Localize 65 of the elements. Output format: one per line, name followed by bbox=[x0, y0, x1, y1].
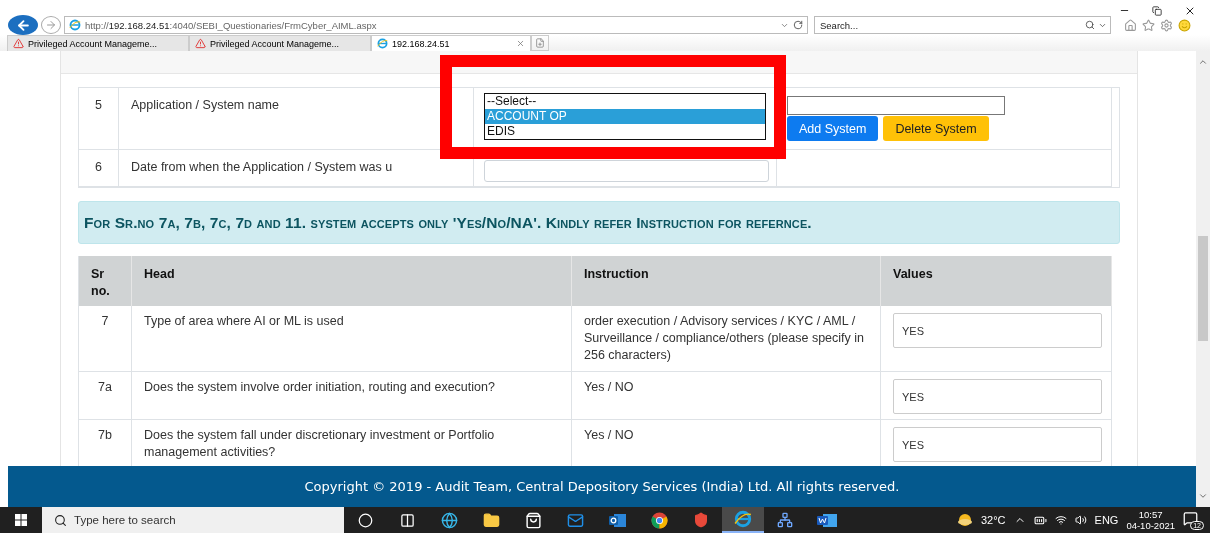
globe-e-icon bbox=[377, 38, 388, 50]
search-icon[interactable] bbox=[54, 513, 67, 527]
temperature-text: 32°C bbox=[980, 514, 1006, 526]
chrome-icon[interactable] bbox=[650, 511, 668, 529]
column-header: Values bbox=[881, 256, 1112, 306]
value-field[interactable]: YES bbox=[893, 427, 1102, 462]
restore-icon[interactable] bbox=[1152, 5, 1162, 16]
outlook-icon[interactable] bbox=[608, 512, 626, 528]
column-header: Instruction bbox=[572, 256, 881, 306]
column-header: Sr no. bbox=[79, 256, 132, 306]
wifi-icon[interactable] bbox=[1054, 514, 1067, 526]
field-label: Date from when the Application / System was u bbox=[119, 150, 474, 187]
weather-icon[interactable] bbox=[956, 513, 973, 527]
scroll-down-icon[interactable] bbox=[1198, 491, 1208, 501]
search-icon[interactable] bbox=[1085, 20, 1095, 31]
globe-e-icon bbox=[69, 19, 81, 32]
table-cell: Yes / NO bbox=[572, 372, 881, 420]
address-bar[interactable]: http://192.168.24.51:4040/SEBI_Questionaries/FrmCyber_AIML.aspx bbox=[64, 16, 808, 35]
table-cell: 7a bbox=[79, 372, 132, 420]
circle-icon[interactable] bbox=[357, 512, 373, 528]
footer-text: Copyright © 2019 - Audit Team, Central Depository Services (India) Ltd. All rights reserved. bbox=[8, 466, 1196, 507]
shopping-bag-icon[interactable] bbox=[524, 511, 542, 529]
star-icon[interactable] bbox=[1142, 18, 1155, 32]
task-view-icon[interactable] bbox=[399, 512, 415, 528]
column-header: Head bbox=[132, 256, 572, 306]
value-field[interactable]: YES bbox=[893, 379, 1102, 414]
add-button[interactable]: Add System bbox=[787, 116, 879, 141]
search-field[interactable]: Search... bbox=[814, 16, 1111, 35]
mail-icon[interactable] bbox=[566, 511, 584, 529]
table-cell: Does the system involve order initiation, routing and execution? bbox=[132, 372, 572, 420]
browser-tab[interactable]: 192.168.24.51 bbox=[371, 35, 531, 51]
browser-tab[interactable]: Privileged Account Manageme... bbox=[7, 35, 189, 51]
volume-icon[interactable] bbox=[1074, 514, 1087, 526]
new-page-icon bbox=[535, 38, 545, 49]
delete-button[interactable]: Delete System bbox=[883, 116, 989, 141]
windows-start-icon[interactable] bbox=[15, 514, 27, 526]
warning-icon bbox=[195, 38, 206, 50]
table-cell: 7 bbox=[79, 306, 132, 372]
time-text: 10:57 bbox=[1138, 509, 1163, 520]
globe-e-icon[interactable] bbox=[734, 510, 752, 528]
word-icon[interactable] bbox=[817, 512, 837, 528]
network-icon[interactable] bbox=[777, 512, 793, 528]
row-number: 6 bbox=[79, 150, 119, 187]
refresh-icon[interactable] bbox=[793, 20, 803, 31]
scroll-thumb[interactable] bbox=[1198, 236, 1208, 341]
taskbar-search-field[interactable]: Type here to search bbox=[42, 507, 344, 533]
language-text[interactable]: ENG bbox=[1094, 514, 1119, 526]
forward-arrow-icon bbox=[45, 19, 57, 32]
browser-tab[interactable]: Privileged Account Manageme... bbox=[189, 35, 371, 51]
shield-icon[interactable] bbox=[693, 512, 709, 528]
scrollbar[interactable] bbox=[1196, 51, 1210, 507]
folder-icon[interactable] bbox=[482, 511, 500, 529]
system-name-field[interactable] bbox=[787, 96, 1005, 115]
row-number: 5 bbox=[79, 88, 119, 150]
warning-icon bbox=[13, 38, 24, 50]
system-list-box[interactable]: --Select-- ACCOUNT OP EDIS bbox=[484, 93, 766, 140]
field-label: Application / System name bbox=[119, 88, 474, 150]
table-cell: order execution / Advisory services / KYC / AML / Surveillance / compliance/others (please specify in 256 characters) bbox=[572, 306, 881, 372]
notice-banner: For Sr.no 7a, 7b, 7c, 7d and 11. system accepts only 'Yes/No/NA'. Kindly refer Instruction for refernce. bbox=[78, 201, 1120, 244]
back-button[interactable] bbox=[8, 15, 38, 36]
date-text: 04-10-2021 bbox=[1126, 520, 1175, 531]
table-cell: Type of area where AI or ML is used bbox=[132, 306, 572, 372]
date-field[interactable] bbox=[484, 160, 769, 182]
value-field[interactable]: YES bbox=[893, 313, 1102, 348]
scroll-up-icon[interactable] bbox=[1198, 57, 1208, 67]
